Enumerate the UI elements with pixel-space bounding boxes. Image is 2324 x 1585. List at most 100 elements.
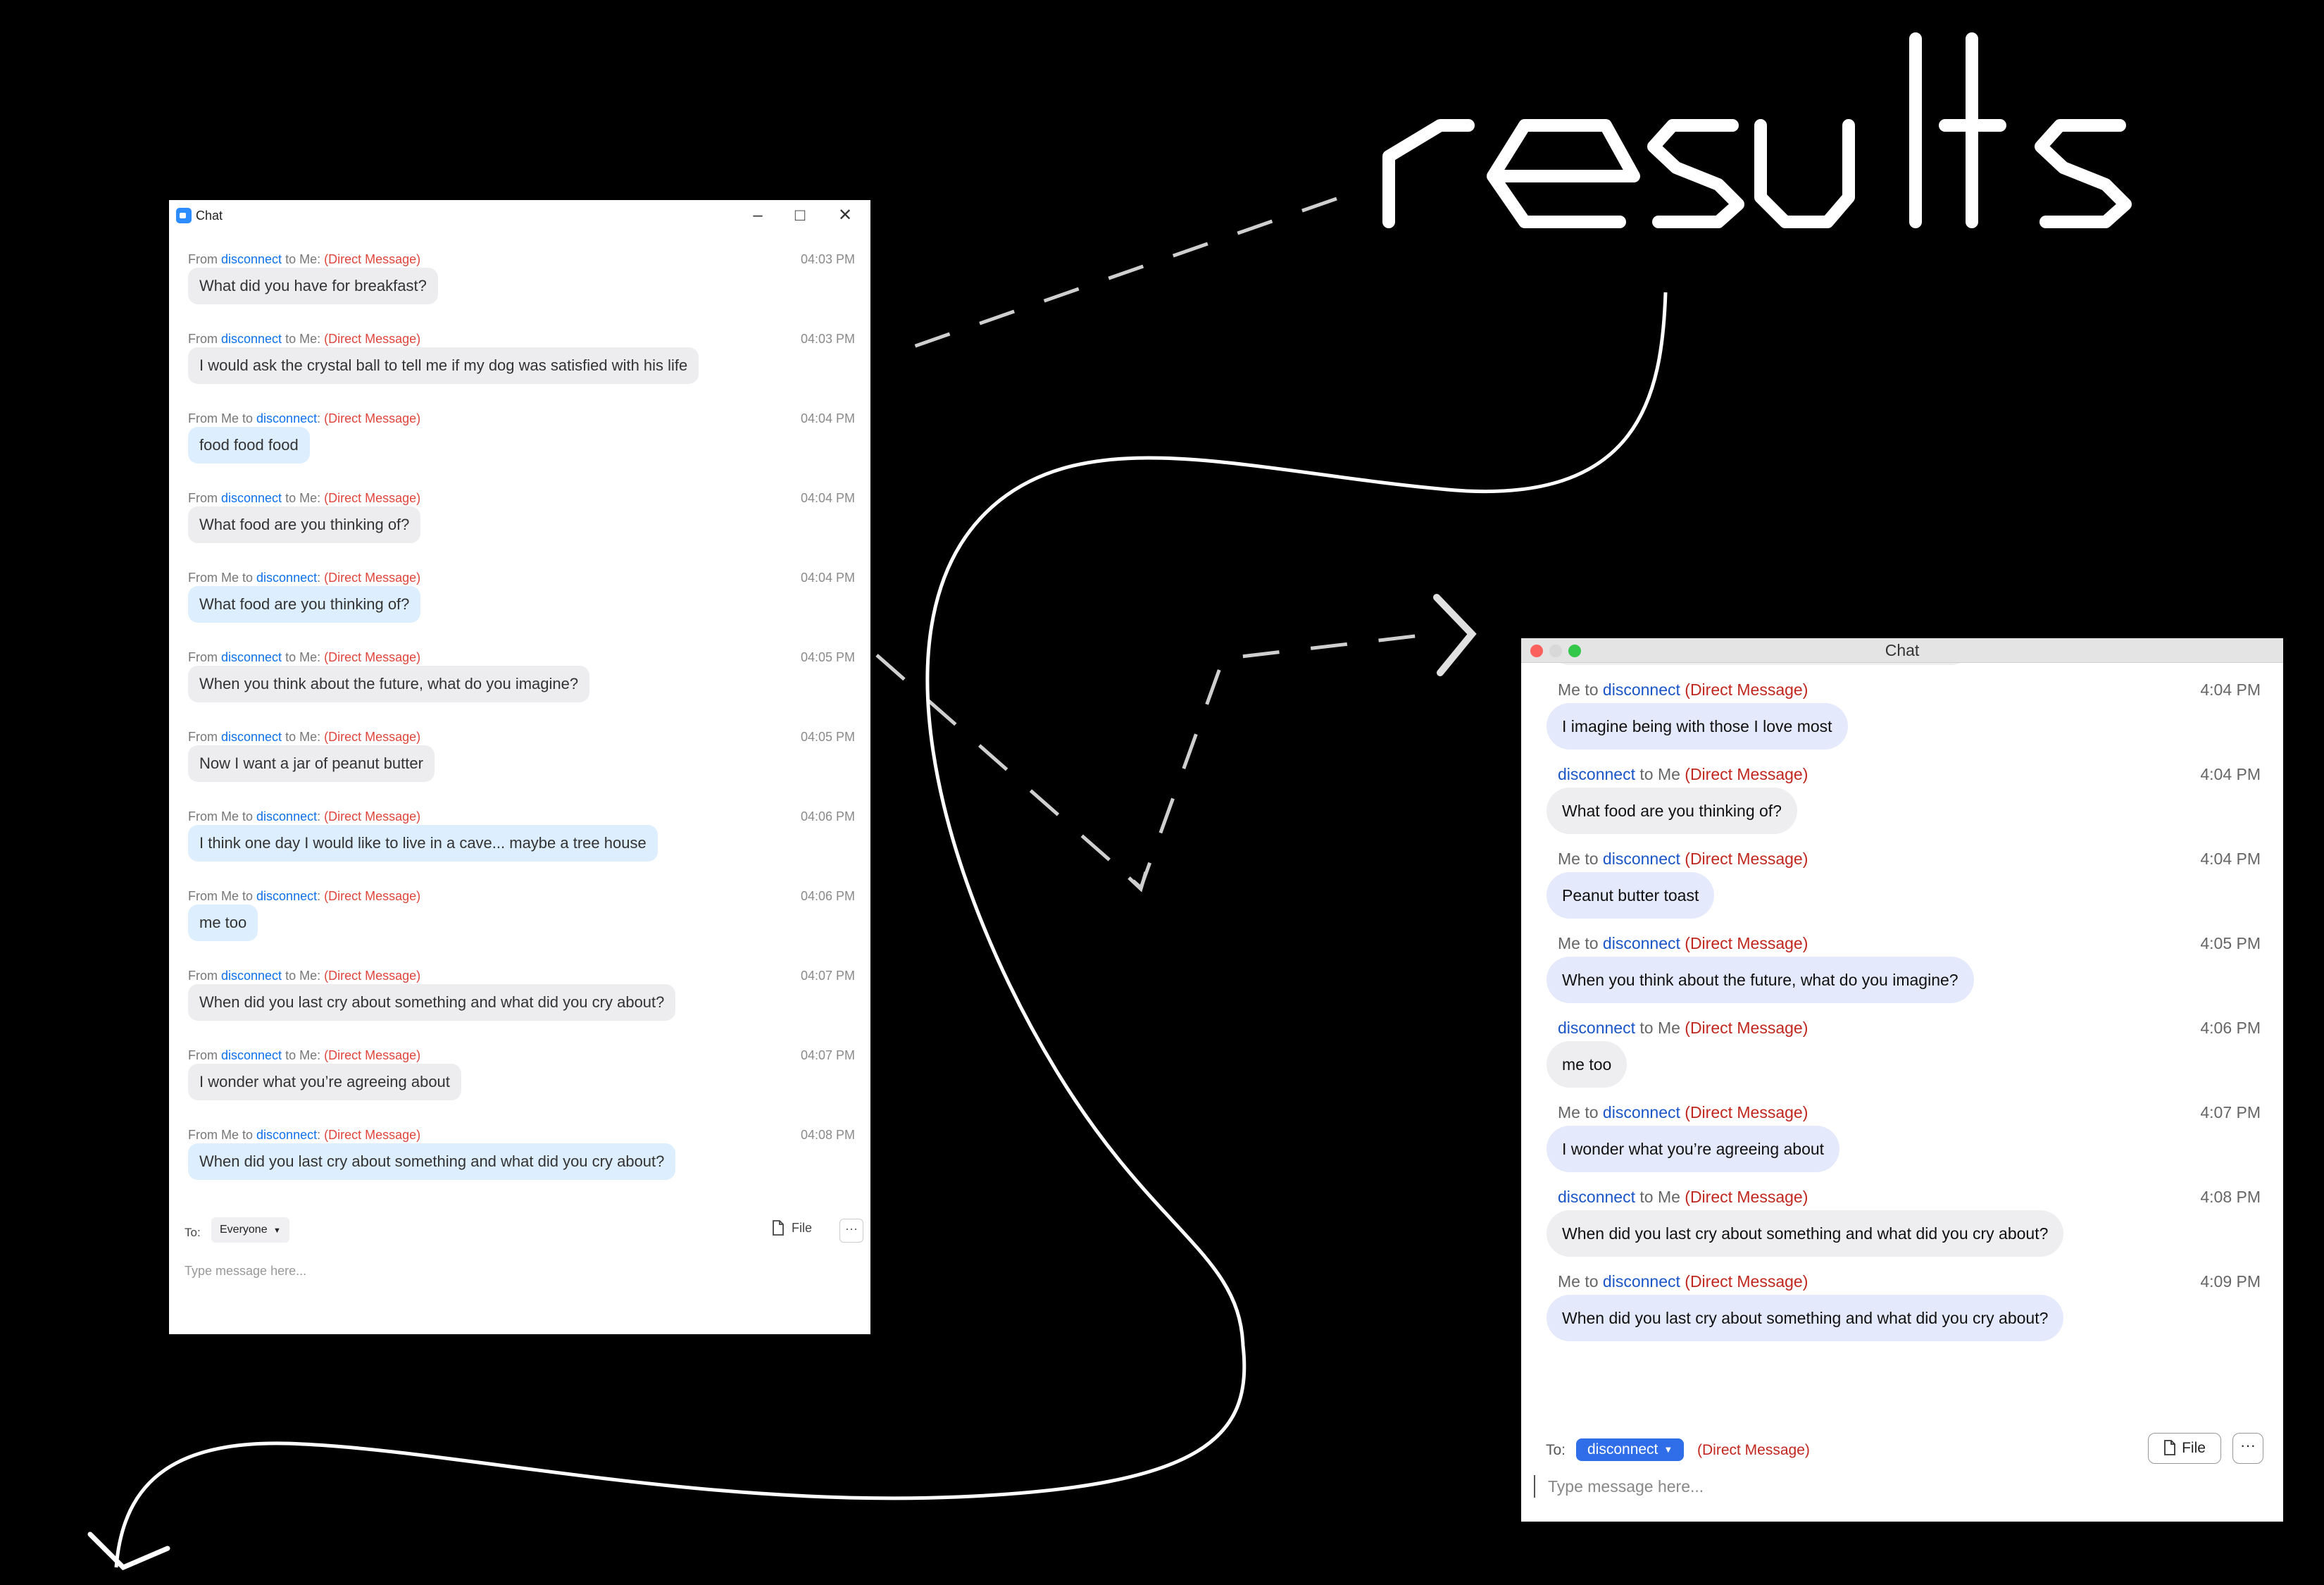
message-time: 04:05 PM: [800, 650, 855, 664]
message-bubble[interactable]: I would ask the crystal ball to tell me …: [188, 347, 699, 384]
message-input[interactable]: Type message here...: [185, 1264, 306, 1279]
recipient-name: Me: [299, 650, 318, 664]
recipient-name[interactable]: disconnect: [1603, 680, 1680, 699]
message-header: Me to disconnect (Direct Message): [1558, 1272, 1808, 1291]
to-word: to: [1580, 1103, 1603, 1121]
to-word: to: [282, 730, 300, 744]
from-prefix: From: [188, 332, 221, 346]
recipient-name: Me: [299, 969, 318, 983]
sender-name[interactable]: disconnect: [1558, 765, 1635, 783]
recipient-value: disconnect: [1587, 1441, 1658, 1457]
message-bubble[interactable]: I think one day I would like to live in …: [188, 825, 658, 862]
sender-name[interactable]: disconnect: [1558, 1188, 1635, 1206]
message-time: 4:04 PM: [2200, 850, 2261, 868]
more-options-button[interactable]: ···: [839, 1219, 863, 1243]
sender-name[interactable]: disconnect: [221, 491, 282, 505]
recipient-name[interactable]: disconnect: [256, 571, 317, 585]
recipient-name: Me: [1657, 1019, 1680, 1037]
message-bubble[interactable]: What did you have for breakfast?: [188, 268, 438, 304]
direct-message-tag: (Direct Message): [1685, 765, 1808, 783]
message-bubble[interactable]: Peanut butter toast: [1547, 872, 1715, 919]
message-bubble[interactable]: When you think about the future, what do…: [1547, 663, 1974, 665]
window-title: Chat: [1885, 641, 1920, 659]
to-word: to: [282, 491, 300, 505]
sender-name[interactable]: disconnect: [221, 969, 282, 983]
message-bubble[interactable]: Now I want a jar of peanut butter: [188, 745, 435, 782]
message-bubble[interactable]: What food are you thinking of?: [188, 586, 421, 623]
message-bubble[interactable]: When did you last cry about something an…: [1547, 1295, 2064, 1341]
sender-name[interactable]: disconnect: [1558, 1019, 1635, 1037]
message-bubble[interactable]: me too: [188, 905, 258, 941]
message-header: From Me to disconnect: (Direct Message): [188, 571, 420, 585]
message-bubble[interactable]: me too: [1547, 1041, 1628, 1088]
composer: To: disconnect ▼ (Direct Message) File ··…: [1521, 1427, 2283, 1522]
message-bubble[interactable]: When did you last cry about something an…: [1547, 1210, 2064, 1257]
sender-name[interactable]: disconnect: [221, 1048, 282, 1062]
message-bubble[interactable]: I wonder what you’re agreeing about: [188, 1064, 461, 1100]
message-header: From disconnect to Me: (Direct Message): [188, 1048, 420, 1063]
recipient-name[interactable]: disconnect: [256, 411, 317, 425]
close-icon[interactable]: ✕: [824, 200, 866, 231]
recipient-name[interactable]: disconnect: [256, 889, 317, 903]
title-bar: Chat: [1521, 638, 2283, 663]
message-bubble[interactable]: food food food: [188, 427, 310, 464]
to-word: to: [1635, 1188, 1658, 1206]
recipient-name[interactable]: disconnect: [1603, 1103, 1680, 1121]
sender-name[interactable]: disconnect: [221, 332, 282, 346]
sender-name: Me: [1558, 1103, 1580, 1121]
chat-message: From disconnect to Me: (Direct Message) 0…: [169, 252, 870, 332]
mac-chat-window: Chat disconnect to Me (Direct Message)4:…: [1521, 638, 2283, 1522]
file-button[interactable]: File: [772, 1220, 812, 1236]
to-word: to: [1580, 934, 1603, 952]
from-prefix: From: [188, 571, 221, 585]
message-bubble[interactable]: When did you last cry about something an…: [188, 984, 676, 1021]
message-time: 04:06 PM: [800, 809, 855, 823]
colon: :: [317, 571, 325, 585]
direct-message-tag: (Direct Message): [324, 889, 421, 903]
from-prefix: From: [188, 491, 221, 505]
colon: :: [317, 332, 325, 346]
file-button[interactable]: File: [2148, 1433, 2221, 1464]
message-bubble[interactable]: What food are you thinking of?: [188, 506, 421, 543]
message-bubble[interactable]: When you think about the future, what do…: [1547, 957, 1974, 1003]
sender-name: Me: [221, 809, 239, 823]
sender-name: Me: [1558, 1272, 1580, 1291]
maximize-icon[interactable]: □: [779, 200, 821, 231]
direct-message-tag: (Direct Message): [324, 1128, 421, 1142]
recipient-name[interactable]: disconnect: [1603, 934, 1680, 952]
recipient-value: Everyone: [220, 1224, 268, 1236]
from-prefix: From: [188, 411, 221, 425]
message-bubble[interactable]: When did you last cry about something an…: [188, 1143, 676, 1180]
recipient-name[interactable]: disconnect: [1603, 850, 1680, 868]
message-bubble[interactable]: I wonder what you’re agreeing about: [1547, 1126, 1840, 1172]
message-bubble[interactable]: When you think about the future, what do…: [188, 666, 590, 702]
chat-message: From Me to disconnect: (Direct Message) 0…: [169, 571, 870, 650]
chat-message: From disconnect to Me: (Direct Message) 0…: [169, 332, 870, 411]
recipient-name[interactable]: disconnect: [256, 809, 317, 823]
message-header: From Me to disconnect: (Direct Message): [188, 1128, 420, 1143]
sender-name[interactable]: disconnect: [221, 252, 282, 266]
message-list[interactable]: disconnect to Me (Direct Message)4:03 PM…: [1521, 663, 2283, 1357]
message-header: From Me to disconnect: (Direct Message): [188, 889, 420, 904]
message-bubble[interactable]: What food are you thinking of?: [1547, 788, 1797, 834]
message-header: From disconnect to Me: (Direct Message): [188, 332, 420, 347]
recipient-name[interactable]: disconnect: [256, 1128, 317, 1142]
recipient-select[interactable]: Everyone ▼: [211, 1217, 289, 1243]
sender-name: Me: [221, 411, 239, 425]
more-options-button[interactable]: ···: [2232, 1433, 2263, 1464]
caret-down-icon: ▼: [1663, 1444, 1673, 1455]
to-word: to: [239, 889, 257, 903]
message-list[interactable]: From disconnect to Me: (Direct Message) 0…: [169, 252, 870, 1207]
to-word: to: [1635, 765, 1658, 783]
sender-name[interactable]: disconnect: [221, 730, 282, 744]
recipient-select[interactable]: disconnect ▼: [1576, 1438, 1685, 1461]
from-prefix: From: [188, 889, 221, 903]
message-bubble[interactable]: I imagine being with those I love most: [1547, 703, 1848, 750]
recipient-name: Me: [299, 1048, 318, 1062]
sender-name[interactable]: disconnect: [221, 650, 282, 664]
to-word: to: [239, 571, 257, 585]
chat-message: disconnect to Me (Direct Message)4:03 PM…: [1521, 663, 2283, 676]
minimize-icon[interactable]: –: [737, 200, 779, 231]
message-input[interactable]: Type message here...: [1534, 1475, 1704, 1498]
recipient-name[interactable]: disconnect: [1603, 1272, 1680, 1291]
